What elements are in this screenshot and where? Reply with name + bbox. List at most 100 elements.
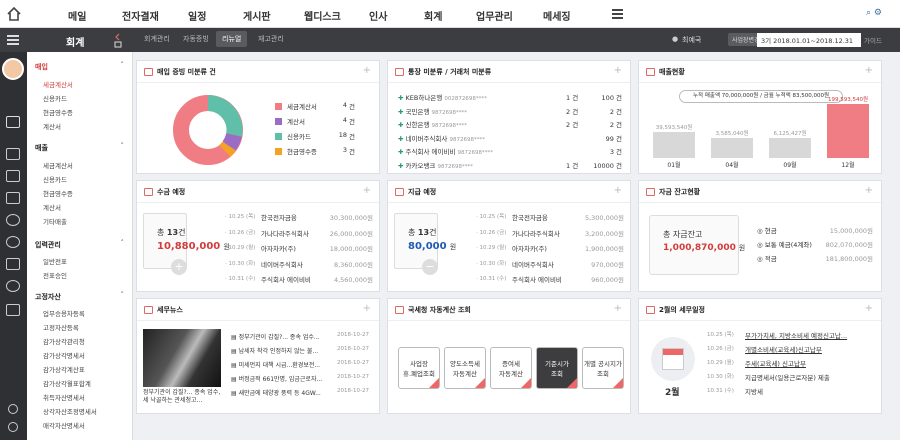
nav-item-hr[interactable]: 인사 — [369, 8, 387, 23]
company-name[interactable]: 네이버주식회사 — [512, 259, 554, 269]
sidebar-toggle-icon[interactable] — [7, 35, 19, 45]
mail-icon[interactable] — [6, 148, 20, 160]
more-plus-icon[interactable]: + — [865, 65, 873, 76]
settings-icon[interactable]: ⚙ — [874, 8, 882, 18]
side-item[interactable]: 현금영수증 — [43, 107, 73, 117]
chevron-up-icon[interactable]: ˄ — [121, 291, 125, 299]
company-name[interactable]: 주식회사 에이비비 — [512, 274, 562, 284]
nav-item-messaging[interactable]: 메세징 — [543, 8, 571, 23]
company-name[interactable]: 주식회사 에이비비 — [261, 274, 311, 284]
search-icon[interactable]: ⌕ — [866, 8, 871, 18]
side-item[interactable]: 감가상각월표합계 — [43, 378, 91, 388]
tab-renewal[interactable]: 리뉴얼 — [216, 31, 248, 47]
avatar[interactable] — [2, 58, 24, 80]
nav-item-mail[interactable]: 메일 — [68, 8, 86, 23]
nav-item-accounting[interactable]: 회계 — [424, 8, 442, 23]
document-icon[interactable] — [6, 192, 20, 204]
clock-icon[interactable] — [6, 214, 20, 226]
side-item[interactable]: 고정자산등록 — [43, 322, 79, 332]
side-item[interactable]: 일반전표 — [43, 256, 67, 266]
chevron-up-icon[interactable]: ˄ — [121, 61, 125, 69]
schedule-item[interactable]: 개별소비세(교육세)신고납부 — [745, 344, 822, 354]
auto-calc-button[interactable]: 개별 공시지가 조회 — [582, 347, 624, 389]
company-name[interactable]: 네이버주식회사 — [261, 259, 303, 269]
more-plus-icon[interactable]: + — [614, 303, 622, 314]
nav-item-work[interactable]: 업무관리 — [476, 8, 513, 23]
chat-icon[interactable] — [6, 236, 20, 248]
company-name[interactable]: 아자차카(주) — [512, 243, 547, 253]
side-item[interactable]: 현금영수증 — [43, 188, 73, 198]
more-plus-icon[interactable]: + — [865, 303, 873, 314]
chevron-up-icon[interactable]: ˄ — [121, 239, 125, 247]
side-item[interactable]: 상각자산조정명세서 — [43, 406, 97, 416]
side-item[interactable]: 업무승용차등록 — [43, 308, 85, 318]
side-item[interactable]: 세금계산서 — [43, 160, 73, 170]
side-item[interactable]: 감가상각계산표 — [43, 364, 85, 374]
sales-bar[interactable] — [769, 138, 811, 158]
tools-icon[interactable] — [6, 116, 20, 128]
news-caption[interactable]: 정부기관이 갑질?... 종속 업수, 세 낙골하는 관세청고… — [143, 389, 223, 405]
calendar-icon[interactable] — [6, 258, 20, 270]
news-item[interactable]: ▤ 정부기관이 갑질?... 종속 업수... — [231, 332, 320, 341]
side-group-purchase[interactable]: 매입 — [35, 62, 48, 72]
chevron-up-icon[interactable]: ˄ — [121, 142, 125, 150]
auto-calc-button[interactable]: 기준시가 조회 — [536, 347, 578, 389]
all-menu-icon[interactable] — [612, 9, 623, 19]
tab-accounting[interactable]: 회계관리 — [144, 34, 170, 44]
news-item[interactable]: ▤ 미세먼지 대책 시급...환경보전... — [231, 360, 320, 369]
schedule-item[interactable]: 부가가치세, 지방소비세 예정신고납... — [745, 330, 847, 340]
auto-calc-button[interactable]: 사업장 휴.폐업조회 — [398, 347, 440, 389]
bank-row[interactable]: ✚ 국민은행 9872698**** 2 건 2 건 — [398, 106, 622, 116]
book-icon[interactable] — [6, 304, 20, 316]
nav-item-board[interactable]: 게시판 — [243, 8, 271, 23]
company-name[interactable]: 한국전자금융 — [512, 212, 548, 222]
more-plus-icon[interactable]: + — [363, 185, 371, 196]
more-plus-icon[interactable]: + — [363, 65, 371, 76]
auto-calc-button[interactable]: 양도소득세 자동계산 — [444, 347, 486, 389]
side-item[interactable]: 취득자산명세서 — [43, 392, 85, 402]
side-item[interactable]: 매각자산명세서 — [43, 420, 85, 430]
side-item[interactable]: 감가상각관리청 — [43, 336, 85, 346]
bank-row[interactable]: ✚ 네이버주식회사 9872698**** 99 건 — [398, 133, 622, 143]
side-item[interactable]: 계산서 — [43, 202, 61, 212]
tab-auto-evidence[interactable]: 자동증빙 — [183, 34, 209, 44]
info-icon[interactable] — [8, 404, 18, 414]
side-item[interactable]: 전표승인 — [43, 270, 67, 280]
auto-calc-button[interactable]: 증여세 자동계산 — [490, 347, 532, 389]
side-group-input[interactable]: 입력관리 — [35, 240, 61, 250]
company-name[interactable]: 가나다라주식회사 — [512, 228, 560, 238]
back-icon[interactable] — [113, 32, 123, 48]
more-icon[interactable] — [6, 280, 20, 292]
side-item[interactable]: 기타매출 — [43, 216, 67, 226]
side-item[interactable]: 계산서 — [43, 121, 61, 131]
side-item[interactable]: 세금계산서 — [43, 79, 73, 89]
schedule-item[interactable]: 지급명세서(일용근로자분) 제출 — [745, 372, 830, 382]
side-item[interactable]: 신용카드 — [43, 174, 67, 184]
schedule-item[interactable]: 지방세 — [745, 386, 763, 396]
news-item[interactable]: ▤ 버정금적 661만명, 임금근로자... — [231, 374, 322, 383]
more-plus-icon[interactable]: + — [614, 185, 622, 196]
news-item[interactable]: ▤ 납세자 착각 인정하지 않는 불... — [231, 346, 318, 355]
nav-item-schedule[interactable]: 일정 — [188, 8, 206, 23]
side-item[interactable]: 신용카드 — [43, 93, 67, 103]
bank-row[interactable]: ✚ 주식회사 에이비비 9872698**** 3 건 — [398, 146, 622, 156]
nav-item-approval[interactable]: 전자결재 — [122, 8, 159, 23]
side-item[interactable]: 감가상각명세서 — [43, 350, 85, 360]
side-group-sales[interactable]: 매출 — [35, 143, 48, 153]
guide-link[interactable]: 가이드 — [864, 35, 882, 45]
company-name[interactable]: 한국전자금융 — [261, 212, 297, 222]
sales-bar[interactable] — [827, 104, 869, 158]
sales-bar[interactable] — [711, 138, 753, 158]
company-name[interactable]: 가나다라주식회사 — [261, 228, 309, 238]
more-plus-icon[interactable]: + — [614, 65, 622, 76]
company-name[interactable]: 아자차카(주) — [261, 243, 296, 253]
calculator-icon[interactable] — [6, 170, 20, 182]
bank-row[interactable]: ✚ 신한은행 9872698**** 2 건 2 건 — [398, 119, 622, 129]
bank-row[interactable]: ✚ KEB하나은행 002872698**** 1 건 100 건 — [398, 92, 622, 102]
side-group-assets[interactable]: 고정자산 — [35, 292, 61, 302]
news-photo[interactable] — [143, 329, 221, 387]
news-item[interactable]: ▤ 새만금에 태양광 풍력 등 4GW... — [231, 388, 321, 397]
more-plus-icon[interactable]: + — [363, 303, 371, 314]
period-select[interactable]: 3기 2018.01.01~2018.12.31 — [757, 33, 861, 47]
sales-bar[interactable] — [653, 132, 695, 158]
